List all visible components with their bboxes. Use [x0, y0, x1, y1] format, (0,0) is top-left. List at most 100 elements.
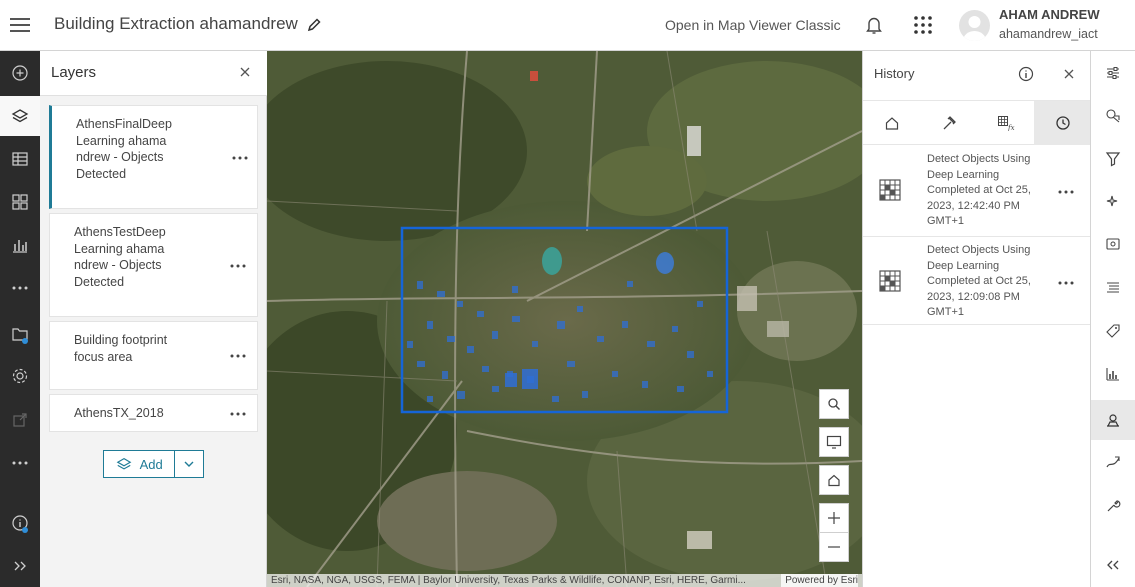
history-item-text: Detect Objects Using Deep Learning Compl… — [927, 243, 1042, 321]
settings-gear-icon[interactable] — [0, 356, 40, 396]
basemap-icon[interactable] — [0, 182, 40, 222]
add-button[interactable]: Add — [104, 451, 176, 477]
expand-chevrons-icon[interactable] — [0, 546, 40, 586]
layers-icon[interactable] — [0, 96, 40, 136]
zoom-out-button[interactable] — [819, 532, 849, 562]
layer-options-icon[interactable] — [230, 348, 246, 364]
layer-item[interactable]: AthensFinalDeepLearning ahamandrew - Obj… — [49, 105, 258, 209]
layers-stack-icon — [116, 458, 131, 470]
history-time: 2023, 12:09:08 PM — [927, 290, 1020, 303]
app-launcher-icon[interactable] — [912, 14, 934, 36]
hammer-icon — [943, 116, 956, 130]
close-icon[interactable] — [1063, 68, 1075, 80]
more-options-icon-2[interactable] — [0, 443, 40, 483]
save-folder-icon[interactable] — [0, 314, 40, 354]
svg-text:fx: fx — [1007, 124, 1015, 131]
search-icon — [828, 398, 840, 410]
history-status: Completed at Oct 25, — [927, 184, 1031, 196]
history-status: Completed at Oct 25, — [927, 275, 1031, 287]
map-view[interactable]: Esri, NASA, NGA, USGS, FEMA | Baylor Uni… — [267, 51, 862, 587]
user-name[interactable]: AHAM ANDREW — [999, 7, 1100, 22]
home-icon — [828, 474, 840, 487]
layer-name: AthensTestDeepLearning ahamandrew - Obje… — [74, 225, 166, 289]
tools-wrench-icon[interactable] — [1091, 486, 1135, 526]
raster-function-icon: fx — [997, 116, 1015, 131]
layer-item[interactable]: Building footprint focus area — [49, 321, 258, 390]
menu-icon[interactable] — [10, 15, 30, 35]
effects-sparkle-icon[interactable] — [1091, 182, 1135, 222]
info-icon[interactable] — [1018, 66, 1034, 82]
layer-name: AthensTX_2018 — [74, 406, 164, 420]
history-tool-name-2: Deep Learning — [927, 168, 1000, 181]
layers-panel-title: Layers — [51, 64, 97, 81]
fields-list-icon[interactable] — [1091, 268, 1135, 308]
history-timezone: GMT+1 — [927, 215, 964, 227]
detect-objects-grid-icon — [879, 270, 901, 292]
tab-raster-functions[interactable]: fx — [977, 101, 1034, 145]
layer-options-icon[interactable] — [230, 406, 246, 422]
add-dropdown-button[interactable] — [175, 451, 203, 477]
history-clock-icon — [1055, 116, 1070, 130]
map-search-button[interactable] — [819, 389, 849, 419]
open-classic-link[interactable]: Open in Map Viewer Classic — [665, 17, 841, 33]
history-panel-title: History — [874, 66, 915, 81]
popups-icon[interactable] — [1091, 225, 1135, 265]
layer-item[interactable]: AthensTX_2018 — [49, 394, 258, 432]
charts-icon[interactable] — [0, 225, 40, 265]
tab-history[interactable] — [1034, 101, 1091, 145]
map-home-button[interactable] — [819, 465, 849, 495]
sketch-icon[interactable] — [1091, 443, 1135, 483]
add-layer-icon[interactable] — [0, 53, 40, 93]
satellite-imagery — [267, 51, 862, 587]
add-layer-group: Add — [103, 450, 204, 478]
zoom-in-button[interactable] — [819, 503, 849, 533]
powered-by-esri[interactable]: Powered by Esri — [781, 574, 858, 587]
notification-dot-2 — [22, 527, 28, 533]
history-tool-name: Detect Objects Using — [927, 244, 1031, 256]
collapse-chevrons-icon[interactable] — [1091, 545, 1135, 585]
history-item[interactable]: Detect Objects Using Deep Learning Compl… — [863, 146, 1091, 237]
history-item-text: Detect Objects Using Deep Learning Compl… — [927, 152, 1042, 230]
right-toolbar — [1090, 51, 1135, 587]
layers-panel: Layers AthensFinalDeepLearning ahamandre… — [40, 51, 267, 587]
history-item-options-icon[interactable] — [1058, 184, 1074, 200]
edit-pencil-icon[interactable] — [306, 17, 322, 33]
tab-tools[interactable] — [920, 101, 977, 145]
detect-objects-grid-icon — [879, 179, 901, 201]
layer-options-icon[interactable] — [232, 150, 248, 166]
history-item-options-icon[interactable] — [1058, 275, 1074, 291]
properties-sliders-icon[interactable] — [1091, 53, 1135, 93]
zoom-in-icon — [828, 512, 840, 524]
labels-tag-icon[interactable] — [1091, 311, 1135, 351]
histogram-icon[interactable] — [1091, 354, 1135, 394]
layers-panel-header: Layers — [40, 51, 267, 96]
chevron-down-icon — [184, 461, 194, 467]
map-title: Building Extraction ahamandrew — [54, 14, 298, 33]
user-avatar[interactable] — [959, 10, 990, 41]
close-icon[interactable] — [239, 66, 251, 78]
layer-name: Building footprint focus area — [74, 333, 168, 364]
analysis-icon[interactable] — [1091, 400, 1135, 440]
monitor-icon — [826, 435, 842, 449]
history-tool-name-2: Deep Learning — [927, 259, 1000, 272]
tab-home[interactable] — [863, 101, 920, 145]
add-button-label: Add — [139, 456, 163, 472]
notification-dot — [22, 338, 28, 344]
info-icon[interactable] — [0, 503, 40, 543]
analysis-tabs: fx — [863, 100, 1091, 145]
layer-item[interactable]: AthensTestDeepLearning ahamandrew - Obje… — [49, 213, 258, 317]
more-options-icon[interactable] — [0, 268, 40, 308]
map-display-button[interactable] — [819, 427, 849, 457]
home-icon — [885, 117, 898, 130]
user-id[interactable]: ahamandrew_iact — [999, 27, 1098, 41]
table-icon[interactable] — [0, 139, 40, 179]
filter-icon[interactable] — [1091, 139, 1135, 179]
notification-bell-icon[interactable] — [863, 14, 885, 36]
share-icon[interactable] — [0, 400, 40, 440]
map-attribution[interactable]: Esri, NASA, NGA, USGS, FEMA | Baylor Uni… — [267, 574, 862, 587]
layer-options-icon[interactable] — [230, 258, 246, 274]
left-toolbar — [0, 51, 40, 587]
styles-icon[interactable] — [1091, 96, 1135, 136]
app-header: Building Extraction ahamandrew Open in M… — [0, 0, 1135, 51]
history-item[interactable]: Detect Objects Using Deep Learning Compl… — [863, 237, 1091, 325]
